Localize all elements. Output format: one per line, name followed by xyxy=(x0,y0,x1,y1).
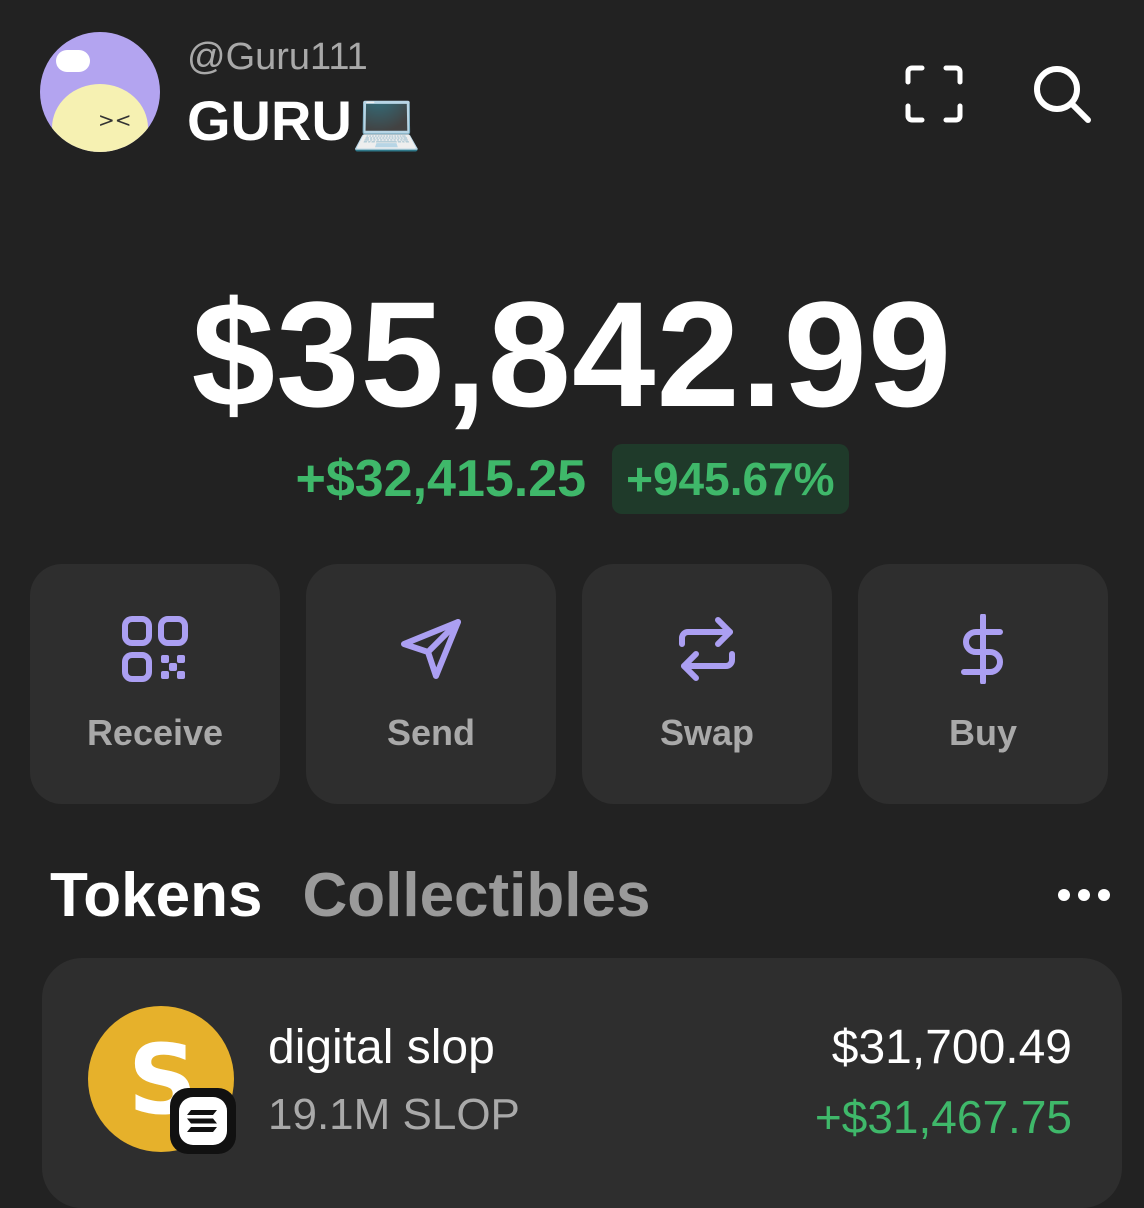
tab-tokens[interactable]: Tokens xyxy=(50,861,262,930)
cloud-shape xyxy=(56,50,90,72)
solana-chain-badge-icon xyxy=(170,1088,236,1154)
swap-icon xyxy=(679,617,735,681)
face-icon: >< xyxy=(98,108,132,132)
asset-tabs: Tokens Collectibles xyxy=(50,860,650,930)
send-label: Send xyxy=(386,712,475,753)
solana-icon xyxy=(187,1110,217,1132)
dollar-icon xyxy=(961,614,1003,684)
token-change: +$31,467.75 xyxy=(814,1091,1072,1143)
avatar[interactable]: >< xyxy=(40,32,160,152)
swap-label: Swap xyxy=(659,712,755,753)
swap-button[interactable]: Swap xyxy=(582,564,832,804)
search-icon[interactable] xyxy=(1030,62,1094,126)
account-handle[interactable]: @Guru111 xyxy=(187,36,368,79)
token-value: $31,700.49 xyxy=(831,1021,1072,1074)
action-buttons: Receive Send Swap Buy xyxy=(30,564,1110,804)
balance-change-row: +$32,415.25 +945.67% xyxy=(0,444,1144,514)
qr-code-icon xyxy=(122,616,188,682)
change-percent-badge: +945.67% xyxy=(612,444,849,514)
account-name[interactable]: GURU💻 xyxy=(187,88,422,154)
token-name: digital slop xyxy=(268,1021,495,1074)
tab-collectibles[interactable]: Collectibles xyxy=(302,861,650,930)
token-amount: 19.1M SLOP xyxy=(268,1090,520,1139)
change-amount: +$32,415.25 xyxy=(295,450,587,508)
total-balance: $35,842.99 xyxy=(191,270,953,438)
receive-label: Receive xyxy=(86,712,224,753)
send-button[interactable]: Send xyxy=(306,564,556,804)
header: >< @Guru111 GURU💻 xyxy=(40,32,1110,156)
buy-button[interactable]: Buy xyxy=(858,564,1108,804)
receive-button[interactable]: Receive xyxy=(30,564,280,804)
buy-label: Buy xyxy=(948,712,1017,753)
more-options-icon[interactable] xyxy=(1052,880,1122,910)
scan-icon[interactable] xyxy=(902,62,966,126)
token-row[interactable]: S digital slop 19.1M SLOP $31,700.49 +$3… xyxy=(42,958,1122,1208)
send-icon xyxy=(401,619,461,679)
